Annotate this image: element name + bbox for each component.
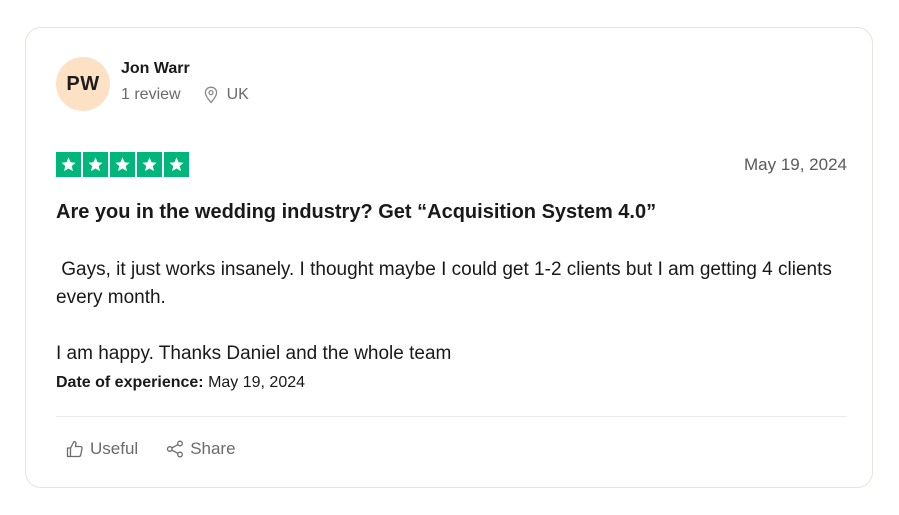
- useful-button[interactable]: Useful: [66, 439, 138, 459]
- avatar[interactable]: PW: [56, 57, 110, 111]
- share-button[interactable]: Share: [166, 439, 236, 459]
- star-icon: [56, 152, 81, 177]
- review-actions: Useful Share: [66, 439, 264, 459]
- review-paragraph: I am happy. Thanks Daniel and the whole …: [56, 343, 452, 364]
- review-date: May 19, 2024: [743, 155, 847, 174]
- location-pin-icon: [204, 86, 217, 104]
- reviewer-name[interactable]: Jon Warr: [121, 60, 190, 78]
- review-count: 1 review: [121, 86, 181, 103]
- star-rating: [56, 152, 189, 177]
- star-icon: [137, 152, 162, 177]
- experience-label: Date of experience:: [56, 374, 204, 391]
- share-label: Share: [190, 439, 236, 458]
- share-icon: [167, 440, 184, 458]
- date-of-experience: Date of experience: May 19, 2024: [56, 374, 305, 392]
- review-paragraph: Gays, it just works insanely. I thought …: [56, 259, 832, 308]
- experience-date: May 19, 2024: [208, 374, 306, 391]
- star-icon: [164, 152, 189, 177]
- reviewer-location: UK: [203, 86, 249, 104]
- reviewer-meta: 1 review UK: [121, 86, 249, 104]
- divider: [56, 416, 847, 417]
- review-card: PW Jon Warr 1 review UK May 19, 2024 Are…: [25, 27, 873, 488]
- star-icon: [110, 152, 135, 177]
- thumbs-up-icon: [66, 440, 83, 458]
- useful-label: Useful: [90, 439, 139, 458]
- star-icon: [83, 152, 108, 177]
- review-title[interactable]: Are you in the wedding industry? Get “Ac…: [56, 201, 656, 224]
- location-label: UK: [226, 86, 249, 103]
